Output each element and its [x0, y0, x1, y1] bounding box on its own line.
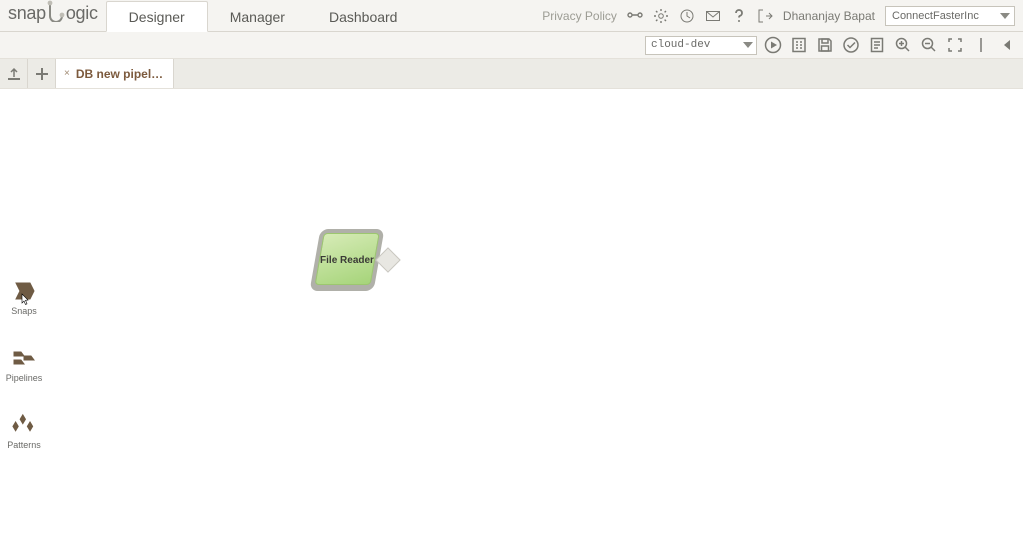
nav-tab-dashboard[interactable]: Dashboard [307, 2, 420, 31]
environment-select[interactable]: cloud-dev [645, 36, 757, 55]
org-select[interactable]: ConnectFasterInc [885, 6, 1015, 26]
pipeline-tab-label: DB new pipel… [76, 67, 163, 81]
logo-part2: ogic [66, 3, 98, 24]
logo-glyph-icon [46, 0, 66, 27]
save-button[interactable] [815, 35, 835, 55]
mail-icon[interactable] [705, 8, 721, 24]
palette-pipelines-label: Pipelines [6, 373, 43, 383]
privacy-policy-link[interactable]: Privacy Policy [542, 9, 617, 23]
zoom-out-button[interactable] [919, 35, 939, 55]
data-preview-button[interactable] [789, 35, 809, 55]
palette-patterns-label: Patterns [7, 440, 41, 450]
zoom-in-button[interactable] [893, 35, 913, 55]
help-icon[interactable] [731, 8, 747, 24]
username: Dhananjay Bapat [783, 9, 875, 23]
logo-part1: snap [8, 3, 46, 24]
import-pipeline-button[interactable] [0, 59, 28, 88]
palette-snaps[interactable]: Snaps [4, 279, 44, 316]
binoculars-icon[interactable] [627, 8, 643, 24]
collapse-panel-button[interactable] [997, 35, 1017, 55]
zoom-fit-button[interactable] [945, 35, 965, 55]
pipeline-canvas[interactable]: File Reader Snaps Pipelines Patterns [0, 89, 1023, 533]
logo: snap ogic [6, 0, 106, 31]
notes-button[interactable] [867, 35, 887, 55]
run-button[interactable] [763, 35, 783, 55]
snap-node-label: File Reader [315, 229, 379, 291]
palette-pipelines[interactable]: Pipelines [4, 346, 44, 383]
org-select-value: ConnectFasterInc [892, 10, 979, 22]
environment-value: cloud-dev [651, 39, 710, 51]
chevron-down-icon [1000, 13, 1010, 19]
new-pipeline-button[interactable] [28, 59, 56, 88]
chevron-down-icon [743, 42, 753, 48]
palette-patterns[interactable]: Patterns [4, 413, 44, 450]
palette-snaps-label: Snaps [11, 306, 37, 316]
nav-tab-designer[interactable]: Designer [106, 1, 208, 32]
nav-tab-manager[interactable]: Manager [208, 2, 307, 31]
gear-icon[interactable] [653, 8, 669, 24]
validate-button[interactable] [841, 35, 861, 55]
divider [971, 35, 991, 55]
history-icon[interactable] [679, 8, 695, 24]
close-tab-button[interactable]: × [64, 68, 70, 79]
pipeline-tab[interactable]: × DB new pipel… [56, 59, 174, 88]
snap-node-file-reader[interactable]: File Reader [315, 229, 395, 293]
logout-icon[interactable] [757, 8, 773, 24]
